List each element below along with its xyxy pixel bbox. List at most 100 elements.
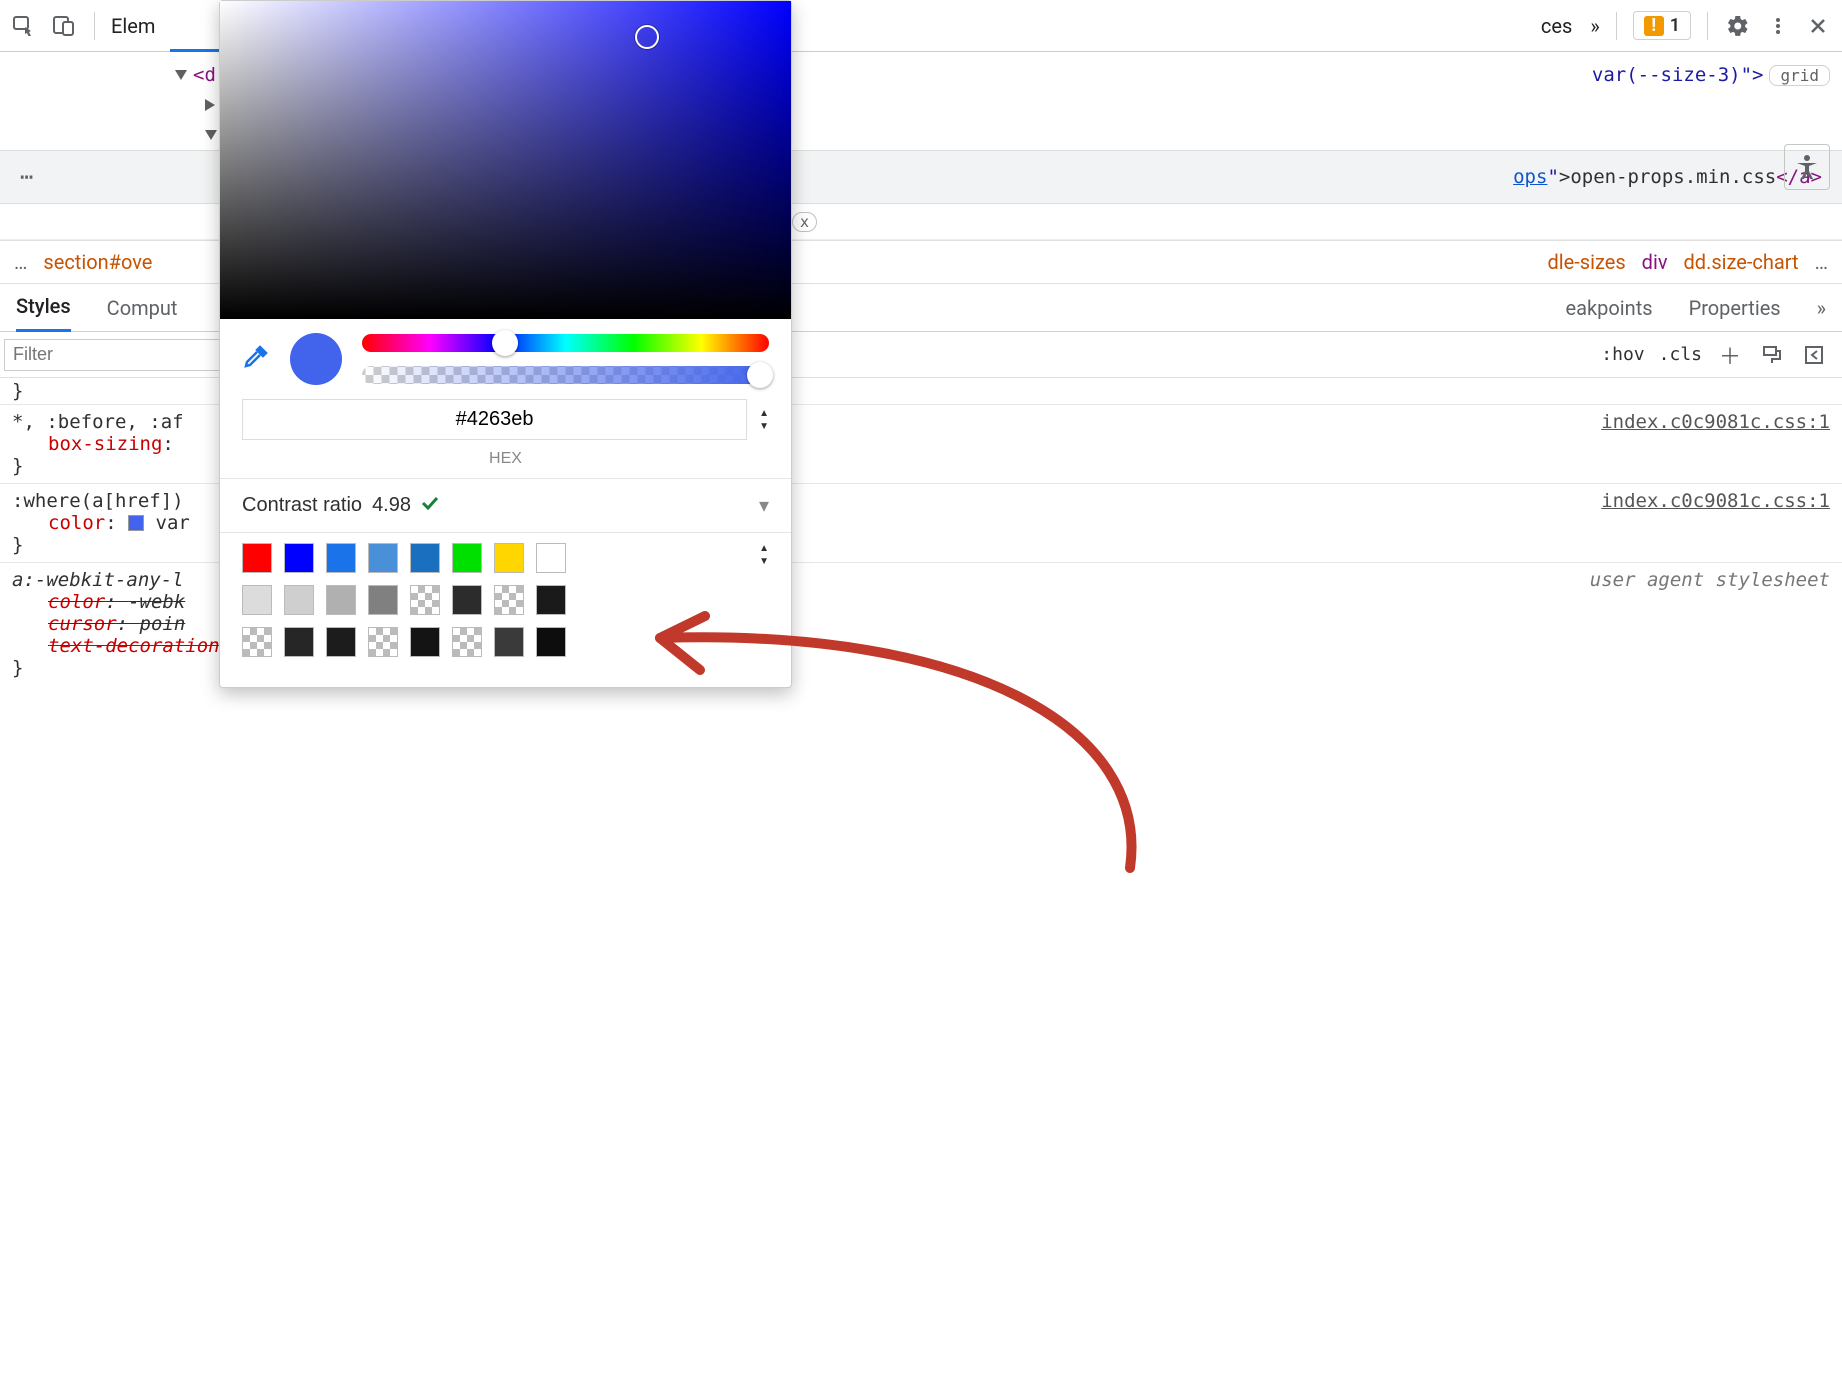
prop-value: var — [156, 512, 190, 534]
palette-swatch[interactable] — [536, 543, 566, 573]
palette-swatch[interactable] — [452, 585, 482, 615]
more-vert-icon[interactable] — [1764, 12, 1792, 40]
cls-toggle[interactable]: .cls — [1659, 344, 1702, 365]
palette-swatch[interactable] — [284, 585, 314, 615]
selector[interactable]: *, :before, :af — [12, 411, 184, 433]
prop-name: color — [48, 512, 105, 534]
palette-swatch[interactable] — [242, 585, 272, 615]
warning-count: 1 — [1670, 15, 1680, 36]
prop-name: cursor — [48, 613, 117, 635]
separator — [94, 12, 95, 40]
close-pill[interactable]: x — [792, 212, 817, 232]
expand-triangle-icon[interactable] — [175, 70, 187, 80]
chevron-down-icon[interactable]: ▾ — [759, 493, 769, 518]
tabs-overflow[interactable]: » — [1590, 14, 1599, 38]
device-toolbar-icon[interactable] — [50, 12, 78, 40]
palette-swatch[interactable] — [536, 627, 566, 657]
filter-input[interactable] — [4, 339, 224, 371]
palette-swatch[interactable] — [452, 627, 482, 657]
color-palette: ▲▼ — [220, 533, 791, 687]
source-link[interactable]: index.c0c9081c.css:1 — [1601, 490, 1830, 512]
color-format-stepper[interactable]: ▲▼ — [759, 408, 769, 432]
new-style-rule-icon[interactable]: ＋ — [1716, 341, 1744, 369]
palette-swatch[interactable] — [410, 627, 440, 657]
hex-input[interactable] — [242, 399, 747, 440]
palette-swatch[interactable] — [242, 543, 272, 573]
palette-swatch[interactable] — [494, 585, 524, 615]
palette-swatch[interactable] — [326, 585, 356, 615]
text-node: >open-props.min.css — [1559, 166, 1776, 188]
palette-stepper[interactable]: ▲▼ — [759, 543, 769, 573]
palette-swatch[interactable] — [326, 627, 356, 657]
link-text[interactable]: ops — [1513, 166, 1547, 188]
sv-cursor[interactable] — [635, 25, 659, 49]
computed-panel-icon[interactable] — [1800, 341, 1828, 369]
styles-tools: :hov .cls ＋ — [1601, 341, 1834, 369]
tabs-overflow[interactable]: » — [1817, 296, 1826, 320]
prop-name: text-decoration — [48, 635, 220, 657]
separator — [1707, 12, 1708, 40]
inspect-element-icon[interactable] — [10, 12, 38, 40]
expand-triangle-icon[interactable] — [205, 130, 217, 140]
accessibility-icon[interactable] — [1784, 144, 1830, 190]
color-format-label: HEX — [220, 450, 791, 478]
prop-name: color — [48, 591, 105, 613]
palette-swatch[interactable] — [452, 543, 482, 573]
hue-slider[interactable] — [362, 334, 769, 352]
palette-swatch[interactable] — [368, 543, 398, 573]
breadcrumb-ellipsis[interactable]: … — [1815, 250, 1828, 274]
breadcrumb-item[interactable]: div — [1642, 250, 1668, 274]
palette-swatch[interactable] — [410, 585, 440, 615]
close-icon[interactable] — [1804, 12, 1832, 40]
tab-properties[interactable]: Properties — [1689, 296, 1781, 320]
issues-badge[interactable]: ! 1 — [1633, 11, 1691, 40]
paint-icon[interactable] — [1758, 341, 1786, 369]
attr-quote: " — [1547, 166, 1558, 188]
color-swatch[interactable] — [128, 515, 144, 531]
collapse-triangle-icon[interactable] — [205, 99, 215, 111]
breadcrumb-ellipsis[interactable]: … — [14, 250, 27, 274]
source-ua: user agent stylesheet — [1590, 569, 1830, 591]
palette-swatch[interactable] — [326, 543, 356, 573]
alpha-slider[interactable] — [362, 366, 769, 384]
separator — [1616, 12, 1617, 40]
color-picker: ▲▼ HEX Contrast ratio 4.98 ▾ ▲▼ — [219, 0, 792, 688]
palette-swatch[interactable] — [284, 627, 314, 657]
tag-text: <d — [193, 64, 216, 86]
palette-swatch[interactable] — [242, 627, 272, 657]
selector[interactable]: a:-webkit-any-l — [12, 569, 184, 591]
prop-name: box-sizing — [48, 433, 162, 455]
settings-gear-icon[interactable] — [1724, 12, 1752, 40]
contrast-ratio-row[interactable]: Contrast ratio 4.98 ▾ — [220, 479, 791, 532]
current-color-swatch[interactable] — [290, 333, 342, 385]
ellipsis-icon: ⋯ — [20, 165, 35, 190]
palette-swatch[interactable] — [536, 585, 566, 615]
selector[interactable]: :where(a[href]) — [12, 490, 184, 512]
palette-swatch[interactable] — [410, 543, 440, 573]
tab-computed[interactable]: Comput — [107, 296, 178, 320]
contrast-value: 4.98 — [372, 494, 411, 517]
source-link[interactable]: index.c0c9081c.css:1 — [1601, 411, 1830, 433]
palette-swatch[interactable] — [284, 543, 314, 573]
alpha-thumb[interactable] — [747, 362, 773, 388]
eyedropper-icon[interactable] — [242, 343, 270, 376]
palette-swatch[interactable] — [494, 627, 524, 657]
hov-toggle[interactable]: :hov — [1601, 344, 1644, 365]
tab-sources-partial[interactable]: ces — [1541, 14, 1572, 38]
hue-thumb[interactable] — [492, 330, 518, 356]
saturation-value-field[interactable] — [220, 1, 791, 319]
breadcrumb-item[interactable]: dle-sizes — [1548, 250, 1626, 274]
contrast-label: Contrast ratio — [242, 494, 362, 517]
grid-badge[interactable]: grid — [1769, 65, 1830, 86]
tab-breakpoints[interactable]: eakpoints — [1566, 296, 1653, 320]
palette-swatch[interactable] — [494, 543, 524, 573]
breadcrumb-item[interactable]: dd.size-chart — [1684, 250, 1799, 274]
palette-swatch[interactable] — [368, 585, 398, 615]
attr-value: var(--size-3)"> — [1592, 64, 1764, 86]
tab-styles[interactable]: Styles — [16, 284, 71, 332]
prop-value: -webk — [128, 591, 185, 613]
warning-icon: ! — [1644, 16, 1664, 36]
tab-elements[interactable]: Elem — [111, 14, 155, 38]
breadcrumb-item[interactable]: section#ove — [43, 250, 152, 274]
palette-swatch[interactable] — [368, 627, 398, 657]
